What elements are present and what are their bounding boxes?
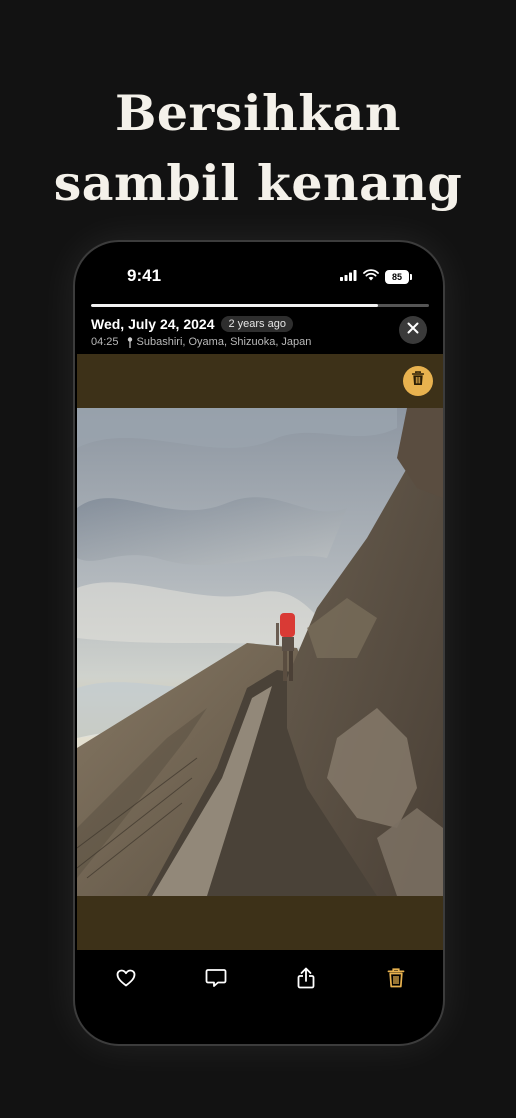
trash-icon [411,371,425,391]
photo-date: Wed, July 24, 2024 [91,316,215,332]
photo-location[interactable]: Subashiri, Oyama, Shizuoka, Japan [137,336,312,348]
photo-info: Wed, July 24, 2024 2 years ago 04:25 Sub… [91,316,311,348]
headline-line-1: Bersihkan [114,84,402,142]
status-time: 9:41 [127,266,162,285]
action-bar [75,950,443,1010]
meta-row: 04:25 Subashiri, Oyama, Shizuoka, Japan [91,336,311,348]
photo-viewer[interactable] [77,354,443,950]
phone-frame: 9:41 85 Wed, July 24, 2024 2 years ago 0… [73,240,445,1046]
comment-icon [205,968,227,993]
relative-age-badge: 2 years ago [221,316,293,332]
share-icon [297,967,315,994]
delete-photo-button[interactable] [403,366,433,396]
pin-icon [127,336,133,348]
date-row: Wed, July 24, 2024 2 years ago [91,316,311,332]
trash-icon [387,967,405,993]
photo-time: 04:25 [91,336,119,348]
like-button[interactable] [113,967,139,993]
wifi-icon [363,268,379,286]
comment-button[interactable] [203,967,229,993]
close-button[interactable] [399,316,427,344]
close-icon [407,321,419,339]
story-progress-fill [91,304,379,307]
headline: Bersihkan sambil kenang [0,78,516,218]
signal-icon [340,268,357,286]
status-icons: 85 [340,268,412,286]
heart-icon [116,969,136,992]
story-progress-bar [91,304,429,307]
battery-icon: 85 [385,270,412,284]
mountain-photo [77,408,443,896]
delete-button[interactable] [383,967,409,993]
status-bar: 9:41 85 [75,242,443,302]
headline-line-2: sambil kenang [53,154,463,212]
share-button[interactable] [293,967,319,993]
